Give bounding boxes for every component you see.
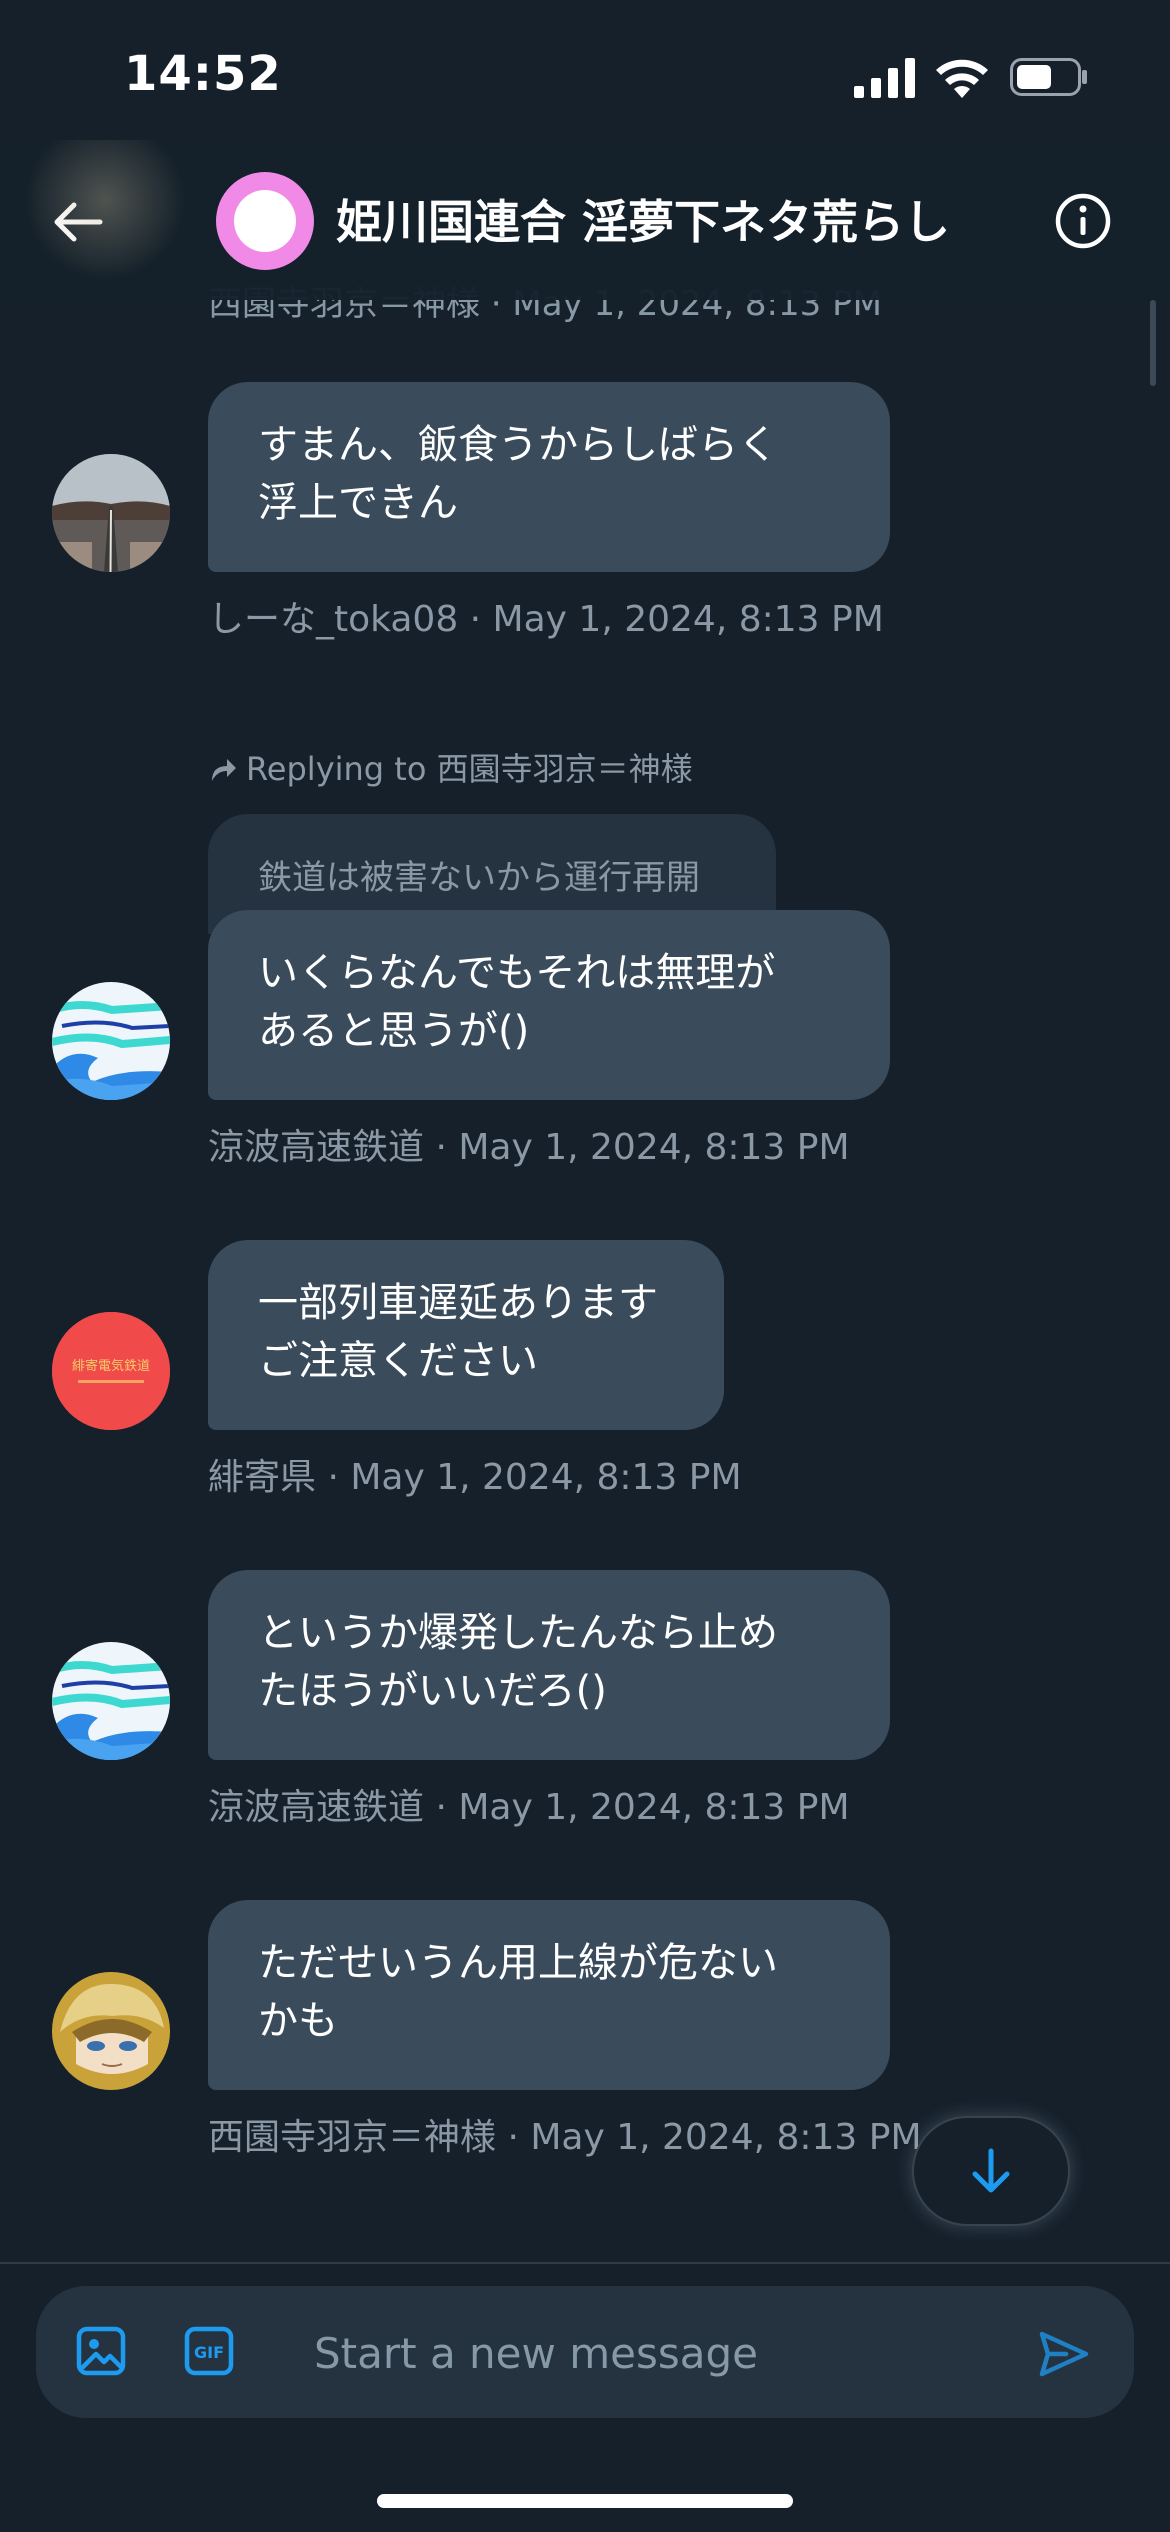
message-meta: 涼波高速鉄道 · May 1, 2024, 8:13 PM xyxy=(208,1787,850,1828)
message-bubble[interactable]: 一部列車遅延あります ご注意ください xyxy=(208,1240,724,1430)
image-icon[interactable] xyxy=(74,2324,128,2378)
status-time: 14:52 xyxy=(124,46,282,102)
wave-avatar-icon xyxy=(52,1642,170,1760)
gif-icon[interactable]: GIF xyxy=(182,2324,236,2378)
reply-context: Replying to 西園寺羽京＝神様 xyxy=(208,744,693,790)
group-avatar-inner xyxy=(234,190,296,252)
cellular-signal-icon xyxy=(854,58,915,98)
status-bar: 14:52 xyxy=(0,0,1170,140)
composer-divider xyxy=(0,2262,1170,2264)
message-meta: 涼波高速鉄道 · May 1, 2024, 8:13 PM xyxy=(208,1127,850,1168)
railway-logo-avatar: 緋寄電気鉄道 xyxy=(52,1312,170,1430)
road-landscape-avatar-icon xyxy=(52,454,170,572)
avatar[interactable] xyxy=(52,1972,170,2090)
battery-icon xyxy=(1010,58,1087,96)
arrow-down-icon xyxy=(972,2148,1010,2193)
avatar[interactable] xyxy=(52,982,170,1100)
message-composer: GIF xyxy=(36,2286,1134,2418)
wave-avatar-icon xyxy=(52,982,170,1100)
avatar[interactable] xyxy=(52,1642,170,1760)
message-bubble[interactable]: ただせいうん用上線が危ない かも xyxy=(208,1900,890,2090)
info-icon[interactable] xyxy=(1054,192,1112,250)
avatar[interactable] xyxy=(52,454,170,572)
message-bubble[interactable]: というか爆発したんなら止め たほうがいいだろ() xyxy=(208,1570,890,1760)
reply-label: Replying to 西園寺羽京＝神様 xyxy=(246,750,693,788)
header-glow xyxy=(20,140,190,290)
reply-arrow-icon xyxy=(212,759,236,781)
scroll-to-bottom-button[interactable] xyxy=(912,2116,1070,2226)
message-bubble[interactable]: すまん、飯食うからしばらく 浮上できん xyxy=(208,382,890,572)
dm-conversation-screen: 14:52 西園寺羽京＝神様 · May 1, 2024, 8:13 PM 姫川… xyxy=(0,0,1170,2532)
wifi-icon xyxy=(936,59,988,98)
message-meta: しーな_toka08 · May 1, 2024, 8:13 PM xyxy=(208,599,884,640)
send-icon[interactable] xyxy=(1036,2326,1092,2382)
gif-label: GIF xyxy=(194,2343,224,2362)
message-meta: 緋寄県 · May 1, 2024, 8:13 PM xyxy=(208,1457,742,1498)
anime-character-avatar xyxy=(52,1972,170,2090)
avatar[interactable]: 緋寄電気鉄道 xyxy=(52,1312,170,1430)
avatar-logo-text: 緋寄電気鉄道 xyxy=(72,1358,150,1374)
conversation-title[interactable]: 姫川国連合 淫夢下ネタ荒らし xyxy=(336,186,950,252)
home-indicator[interactable] xyxy=(377,2494,793,2508)
scroll-indicator[interactable] xyxy=(1150,300,1156,386)
message-bubble[interactable]: いくらなんでもそれは無理が あると思うが() xyxy=(208,910,890,1100)
message-input[interactable] xyxy=(312,2314,1016,2392)
message-meta: 西園寺羽京＝神様 · May 1, 2024, 8:13 PM xyxy=(208,2117,922,2158)
